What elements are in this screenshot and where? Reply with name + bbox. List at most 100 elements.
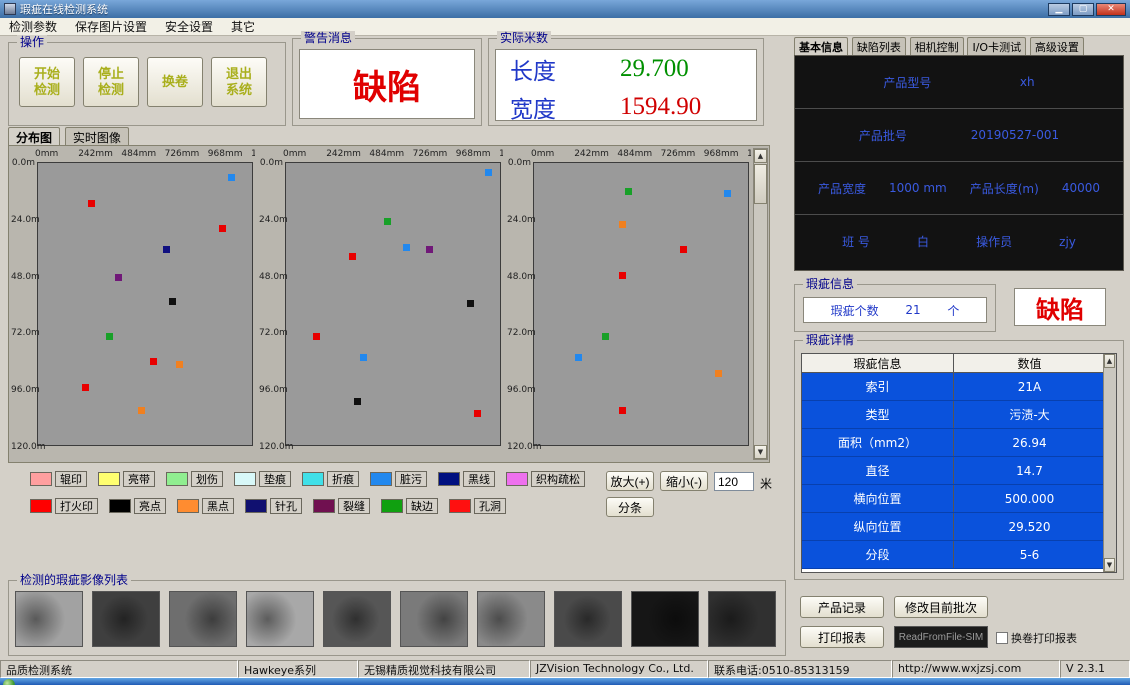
defect-thumbnail[interactable] xyxy=(15,591,83,647)
table-row[interactable]: 分段5-6 xyxy=(802,541,1116,569)
defect-point[interactable] xyxy=(88,200,95,207)
defect-scatter-plot[interactable] xyxy=(285,162,501,446)
defect-thumbnail[interactable] xyxy=(554,591,622,647)
table-row[interactable]: 类型污渍-大 xyxy=(802,401,1116,429)
table-scrollbar[interactable]: ▲ ▼ xyxy=(1103,354,1116,572)
table-row[interactable]: 纵向位置29.520 xyxy=(802,513,1116,541)
x-axis-tick-label: 0mm xyxy=(283,149,306,159)
close-button[interactable]: ✕ xyxy=(1096,3,1126,16)
defect-point[interactable] xyxy=(602,333,609,340)
defect-point[interactable] xyxy=(228,174,235,181)
defect-thumbnail[interactable] xyxy=(169,591,237,647)
table-row[interactable]: 面积（mm2）26.94 xyxy=(802,429,1116,457)
maximize-button[interactable]: ▢ xyxy=(1072,3,1094,16)
table-row[interactable]: 横向位置500.000 xyxy=(802,485,1116,513)
defect-thumbnail[interactable] xyxy=(92,591,160,647)
zoom-out-button[interactable]: 缩小(-) xyxy=(660,471,708,491)
defect-point[interactable] xyxy=(360,354,367,361)
table-cell-value: 29.520 xyxy=(954,513,1105,540)
defect-scatter-plot[interactable] xyxy=(37,162,253,446)
product-record-button[interactable]: 产品记录 xyxy=(800,596,884,618)
defect-point[interactable] xyxy=(619,407,626,414)
tab-io-card-test[interactable]: I/O卡测试 xyxy=(967,37,1026,56)
table-row[interactable]: 索引21A xyxy=(802,373,1116,401)
zoom-in-button[interactable]: 放大(+) xyxy=(606,471,654,491)
read-from-file-button[interactable]: ReadFromFile-SIM xyxy=(894,626,988,648)
defect-point[interactable] xyxy=(619,221,626,228)
defect-point[interactable] xyxy=(313,333,320,340)
scroll-thumb[interactable] xyxy=(754,164,767,204)
defect-point[interactable] xyxy=(485,169,492,176)
minimize-button[interactable]: ▁ xyxy=(1048,3,1070,16)
start-detection-button[interactable]: 开始 检测 xyxy=(19,57,75,107)
defect-point[interactable] xyxy=(467,300,474,307)
defect-point[interactable] xyxy=(115,274,122,281)
modify-batch-button[interactable]: 修改目前批次 xyxy=(894,596,988,618)
menu-security-settings[interactable]: 安全设置 xyxy=(156,18,222,36)
defect-point[interactable] xyxy=(169,298,176,305)
defect-point[interactable] xyxy=(680,246,687,253)
defect-point[interactable] xyxy=(150,358,157,365)
defect-point[interactable] xyxy=(138,407,145,414)
defect-point[interactable] xyxy=(426,246,433,253)
menu-save-image-settings[interactable]: 保存图片设置 xyxy=(66,18,156,36)
tab-camera-control[interactable]: 相机控制 xyxy=(910,37,964,56)
legend-color-swatch xyxy=(177,499,199,513)
scroll-up-icon[interactable]: ▲ xyxy=(754,149,767,163)
defect-thumbnail[interactable] xyxy=(708,591,776,647)
menu-detection-params[interactable]: 检测参数 xyxy=(0,18,66,36)
defect-point[interactable] xyxy=(219,225,226,232)
defect-point[interactable] xyxy=(474,410,481,417)
tab-realtime-image[interactable]: 实时图像 xyxy=(65,127,129,147)
defect-point[interactable] xyxy=(619,272,626,279)
menu-others[interactable]: 其它 xyxy=(222,18,264,36)
change-roll-button[interactable]: 换卷 xyxy=(147,57,203,107)
defect-point[interactable] xyxy=(575,354,582,361)
reprint-checkbox[interactable] xyxy=(996,632,1008,644)
defect-point[interactable] xyxy=(163,246,170,253)
tab-advanced-settings[interactable]: 高级设置 xyxy=(1030,37,1084,56)
meter-range-input[interactable] xyxy=(714,472,754,491)
table-cell-property: 横向位置 xyxy=(802,485,954,512)
stop-detection-button[interactable]: 停止 检测 xyxy=(83,57,139,107)
scroll-down-icon[interactable]: ▼ xyxy=(1104,558,1115,572)
chart-vertical-scrollbar[interactable]: ▲ ▼ xyxy=(753,148,768,460)
defect-point[interactable] xyxy=(724,190,731,197)
tab-distribution-map[interactable]: 分布图 xyxy=(8,127,60,147)
defect-point[interactable] xyxy=(349,253,356,260)
defect-thumbnail[interactable] xyxy=(323,591,391,647)
windows-taskbar[interactable] xyxy=(0,678,1130,685)
defect-point[interactable] xyxy=(384,218,391,225)
exit-system-button[interactable]: 退出 系统 xyxy=(211,57,267,107)
defect-thumbnail[interactable] xyxy=(246,591,314,647)
scroll-up-icon[interactable]: ▲ xyxy=(1104,354,1115,368)
defect-point[interactable] xyxy=(403,244,410,251)
y-axis-tick-label: 96.0m xyxy=(507,385,531,395)
scroll-down-icon[interactable]: ▼ xyxy=(754,445,767,459)
legend-label: 打火印 xyxy=(55,498,98,514)
defect-thumbnail[interactable] xyxy=(400,591,468,647)
defect-point[interactable] xyxy=(354,398,361,405)
legend-item: 亮点 xyxy=(109,498,166,514)
defect-thumbnail[interactable] xyxy=(631,591,699,647)
defect-point[interactable] xyxy=(715,370,722,377)
split-strip-button[interactable]: 分条 xyxy=(606,497,654,517)
legend-color-swatch xyxy=(245,499,267,513)
defect-point[interactable] xyxy=(176,361,183,368)
defect-point[interactable] xyxy=(82,384,89,391)
shift-label: 班 号 xyxy=(842,233,870,250)
table-row[interactable]: 直径14.7 xyxy=(802,457,1116,485)
table-header-value: 数值 xyxy=(954,354,1105,372)
defect-point[interactable] xyxy=(625,188,632,195)
print-report-button[interactable]: 打印报表 xyxy=(800,626,884,648)
y-axis-tick-label: 48.0m xyxy=(11,272,35,282)
tab-defect-list[interactable]: 缺陷列表 xyxy=(852,37,906,56)
distribution-chart-area: 0mm242mm484mm726mm968mm1210mm 0.0m24.0m4… xyxy=(8,145,770,463)
tab-basic-info[interactable]: 基本信息 xyxy=(794,37,848,56)
defect-point[interactable] xyxy=(106,333,113,340)
defect-thumbnail[interactable] xyxy=(477,591,545,647)
defect-scatter-plot[interactable] xyxy=(533,162,749,446)
start-orb-icon[interactable] xyxy=(3,679,15,685)
defect-count-value: 21 xyxy=(905,303,920,317)
legend-item: 脏污 xyxy=(370,471,427,487)
